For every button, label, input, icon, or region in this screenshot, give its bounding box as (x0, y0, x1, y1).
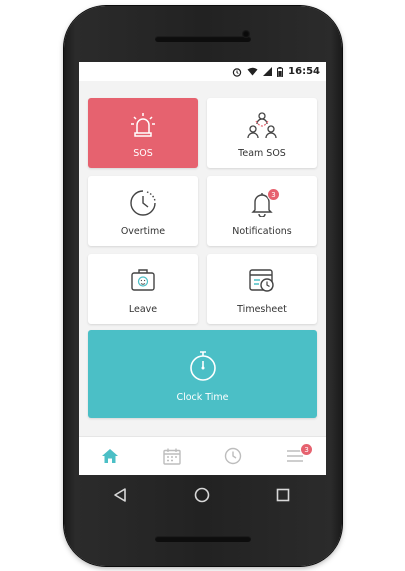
signal-icon (263, 67, 273, 76)
notifications-badge: 3 (267, 188, 280, 201)
front-camera (242, 30, 250, 38)
suitcase-icon (131, 269, 155, 291)
recents-icon[interactable] (276, 488, 290, 502)
nav-home[interactable] (90, 441, 130, 471)
bottom-nav: 3 (79, 436, 326, 475)
stopwatch-icon (189, 351, 216, 381)
overtime-clock-icon (130, 190, 156, 216)
status-time: 16:54 (288, 66, 320, 77)
timesheet-tile[interactable]: Timesheet (207, 254, 317, 324)
alarm-siren-icon (131, 113, 155, 137)
android-nav-bar (112, 483, 290, 507)
clock-icon (225, 447, 242, 465)
home-button-icon[interactable] (194, 487, 210, 503)
team-icon (247, 112, 277, 139)
calendar-icon (162, 448, 181, 465)
status-bar: 16:54 (79, 62, 326, 81)
top-speaker (155, 36, 251, 42)
wifi-icon (247, 67, 258, 76)
home-icon (101, 449, 118, 463)
leave-tile[interactable]: Leave (88, 254, 198, 324)
sos-tile[interactable]: SOS (88, 98, 198, 168)
team-sos-label: Team SOS (238, 148, 286, 159)
clock-time-label: Clock Time (176, 392, 229, 403)
alarm-icon (232, 67, 242, 77)
notifications-label: Notifications (232, 226, 292, 237)
back-icon[interactable] (112, 487, 128, 503)
clock-time-tile[interactable]: Clock Time (88, 330, 317, 418)
overtime-tile[interactable]: Overtime (88, 176, 198, 246)
bottom-speaker (155, 536, 251, 542)
sos-label: SOS (133, 148, 153, 159)
nav-clock[interactable] (213, 441, 253, 471)
timesheet-icon (249, 269, 274, 292)
nav-calendar[interactable] (152, 441, 192, 471)
nav-menu[interactable]: 3 (275, 441, 315, 471)
team-sos-tile[interactable]: Team SOS (207, 98, 317, 168)
battery-icon (277, 66, 284, 77)
app-screen: 16:54 SOS Team SOS Overtime 3 Notificati… (79, 62, 326, 475)
notifications-tile[interactable]: 3 Notifications (207, 176, 317, 246)
menu-badge: 3 (300, 443, 314, 456)
timesheet-label: Timesheet (237, 304, 287, 315)
leave-label: Leave (128, 304, 158, 315)
overtime-label: Overtime (120, 226, 166, 237)
